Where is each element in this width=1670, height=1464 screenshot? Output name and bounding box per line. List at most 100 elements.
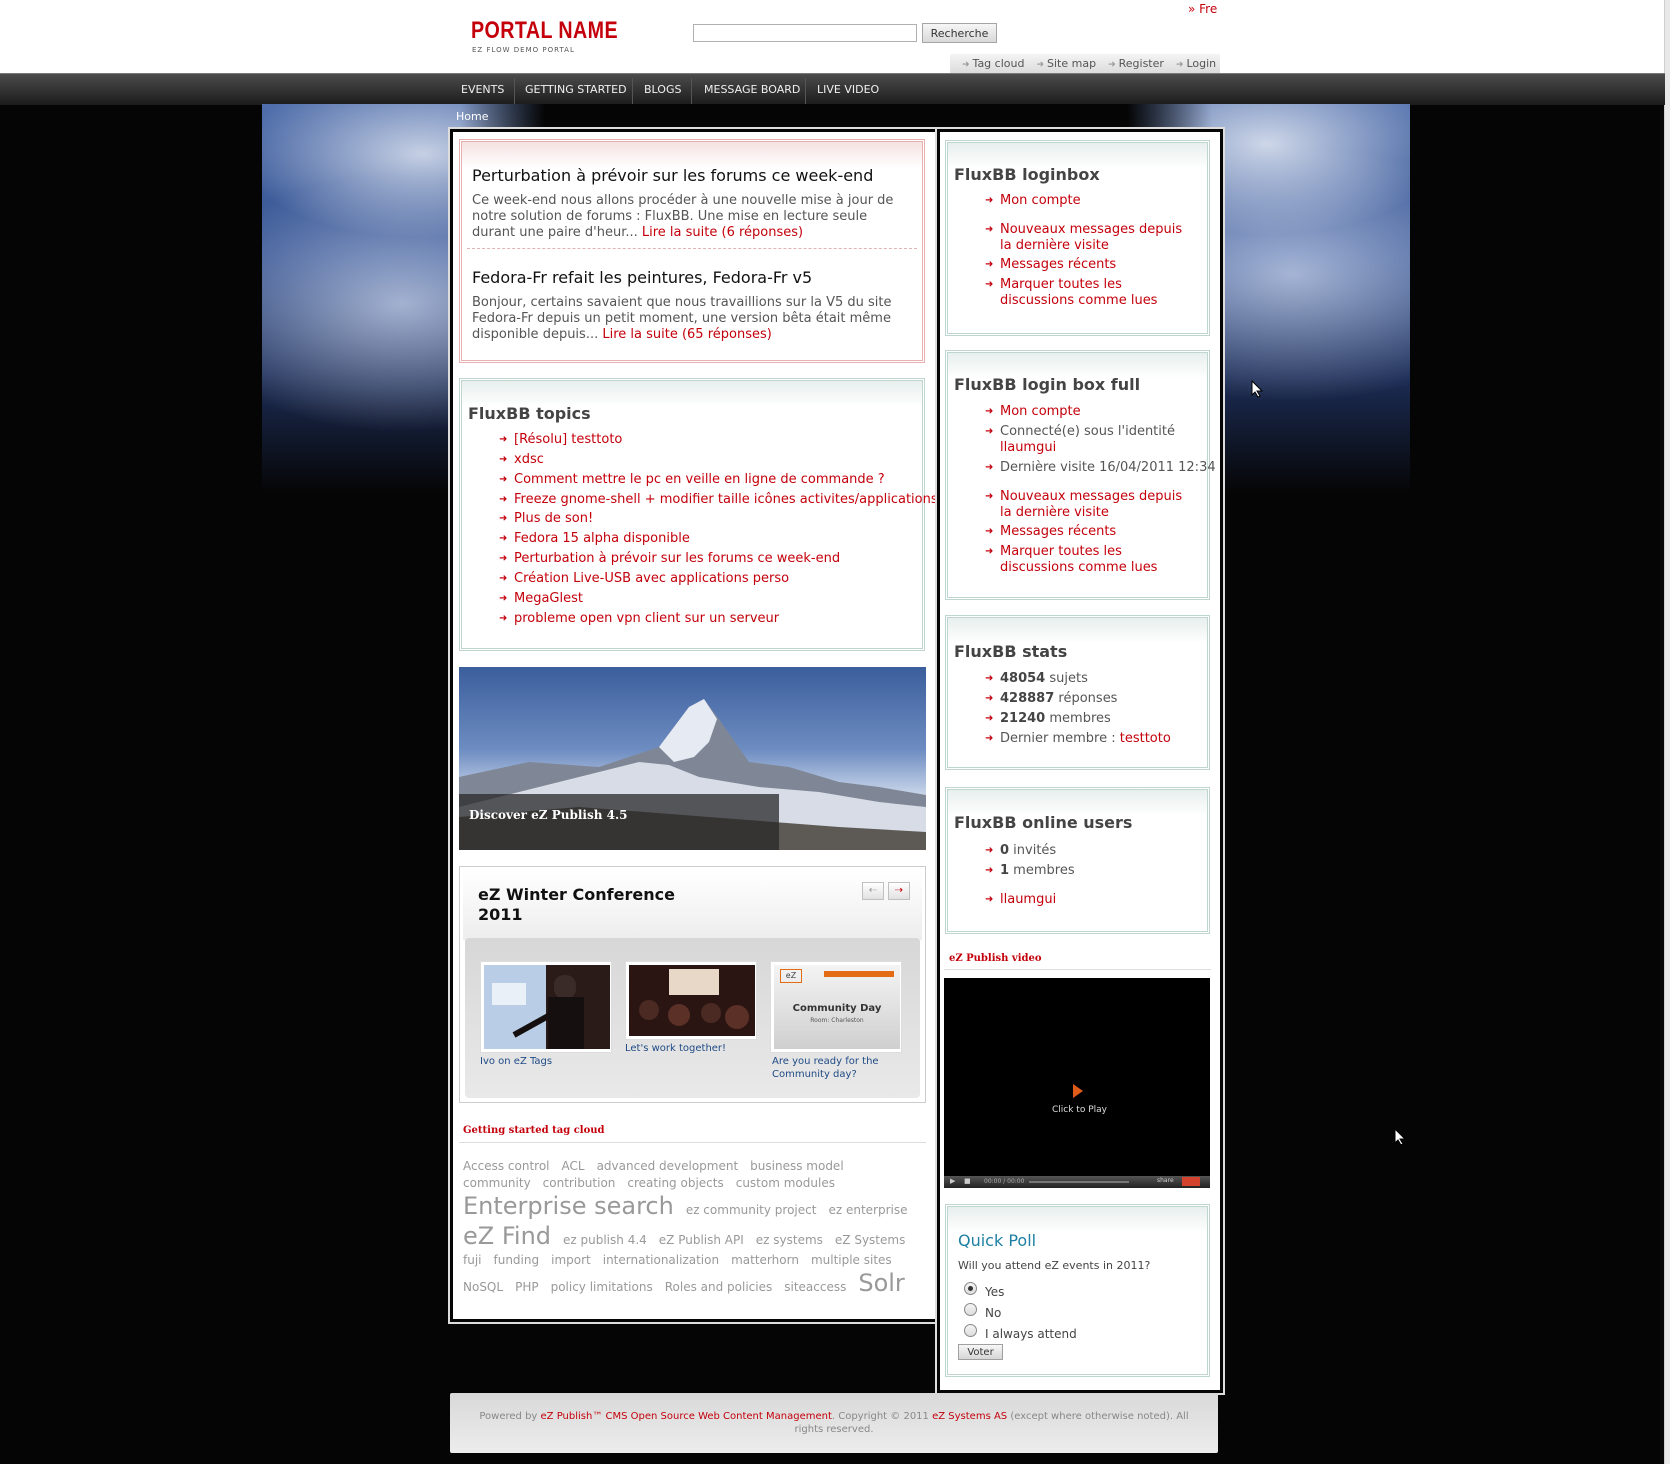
gallery-caption[interactable]: Let's work together! (625, 1042, 755, 1055)
nav-item-events[interactable]: EVENTS (461, 83, 504, 96)
click-to-play-label[interactable]: Click to Play (1052, 1105, 1107, 1115)
online-user-link[interactable]: ➜ llaumgui (985, 892, 1056, 908)
tag-link[interactable]: Enterprise search (463, 1191, 674, 1221)
topic-link[interactable]: ➜ probleme open vpn client sur un serveur (499, 611, 779, 627)
tag-link[interactable]: community (463, 1175, 531, 1191)
topic-link[interactable]: ➜ Création Live-USB avec applications per… (499, 571, 789, 587)
language-link[interactable]: » Fre (1188, 2, 1217, 16)
article-title[interactable]: Perturbation à prévoir sur les forums ce… (472, 166, 873, 185)
article-title[interactable]: Fedora-Fr refait les peintures, Fedora-F… (472, 268, 812, 287)
video-progress-bar[interactable] (1029, 1181, 1129, 1183)
tag-link[interactable]: import (551, 1252, 591, 1268)
gallery-thumbnail[interactable] (625, 961, 757, 1040)
my-account-link[interactable]: ➜ Mon compte (985, 193, 1081, 209)
top-link-tag-cloud[interactable]: ➜ Tag cloud (962, 57, 1024, 70)
topic-link[interactable]: ➜ MegaGlest (499, 591, 583, 607)
tag-link[interactable]: policy limitations (551, 1279, 653, 1295)
cms-link[interactable]: eZ Publish™ CMS Open Source Web Content … (541, 1411, 832, 1422)
stats-last-member: ➜ Dernier membre : testtoto (985, 731, 1171, 746)
breadcrumb[interactable]: Home (456, 110, 488, 123)
tag-link[interactable]: ez enterprise (828, 1202, 907, 1218)
topic-link[interactable]: ➜ Comment mettre le pc en veille en ligne… (499, 472, 885, 488)
vote-button[interactable]: Voter (958, 1344, 1003, 1360)
tag-link[interactable]: PHP (515, 1279, 539, 1295)
tag-link[interactable]: Solr (858, 1268, 904, 1298)
box-header (948, 618, 1207, 644)
poll-option-no-radio[interactable] (964, 1303, 977, 1316)
new-messages-link[interactable]: ➜ Nouveaux messages depuis la dernière vi… (985, 222, 1195, 254)
tag-link[interactable]: eZ Find (463, 1221, 551, 1251)
tag-link[interactable]: ez publish 4.4 (563, 1232, 647, 1248)
gallery-prev-button[interactable]: ⇠ (862, 882, 884, 900)
company-link[interactable]: eZ Systems AS (932, 1411, 1007, 1422)
share-button[interactable]: share (1157, 1177, 1174, 1184)
video-player[interactable]: Click to Play ▶ ■ 00:00 / 00:00 share (944, 978, 1210, 1188)
search-input[interactable] (693, 24, 917, 42)
mark-read-link[interactable]: ➜ Marquer toutes les discussions comme lu… (985, 544, 1195, 576)
mark-read-link[interactable]: ➜ Marquer toutes les discussions comme lu… (985, 277, 1195, 309)
arrow-icon: ➜ (985, 546, 994, 557)
tag-link[interactable]: ez systems (756, 1232, 823, 1248)
search-button[interactable]: Recherche (922, 23, 997, 43)
tag-link[interactable]: custom modules (736, 1175, 835, 1191)
last-member-link[interactable]: testtoto (1120, 731, 1171, 746)
my-account-link[interactable]: ➜ Mon compte (985, 404, 1081, 420)
tag-link[interactable]: business model (750, 1158, 843, 1174)
gallery-caption[interactable]: Are you ready for the Community day? (772, 1055, 907, 1081)
scrollbar[interactable] (1664, 0, 1670, 1464)
tag-link[interactable]: contribution (543, 1175, 616, 1191)
tag-link[interactable]: funding (494, 1252, 540, 1268)
mouse-cursor-icon (1394, 1128, 1406, 1146)
divider (459, 1142, 926, 1143)
poll-option-always-label[interactable]: I always attend (985, 1327, 1077, 1341)
topic-link[interactable]: ➜ xdsc (499, 452, 544, 468)
play-icon[interactable] (1073, 1084, 1083, 1098)
new-messages-link[interactable]: ➜ Nouveaux messages depuis la dernière vi… (985, 489, 1195, 521)
tag-link[interactable]: NoSQL (463, 1279, 503, 1295)
tag-link[interactable]: Roles and policies (665, 1279, 773, 1295)
tag-link[interactable]: internationalization (603, 1252, 719, 1268)
nav-item-live-video[interactable]: LIVE VIDEO (817, 83, 879, 96)
recent-messages-link[interactable]: ➜ Messages récents (985, 257, 1116, 273)
gallery-thumbnail[interactable] (480, 961, 612, 1053)
play-button-icon[interactable]: ▶ (950, 1177, 955, 1185)
topic-link[interactable]: ➜ [Résolu] testtoto (499, 432, 622, 448)
logo-title[interactable]: PORTAL NAME (471, 17, 618, 45)
poll-option-yes-label[interactable]: Yes (985, 1285, 1004, 1299)
read-more-link[interactable]: Lire la suite (6 réponses) (642, 225, 803, 240)
gallery-caption[interactable]: Ivo on eZ Tags (480, 1055, 610, 1068)
tag-link[interactable]: advanced development (597, 1158, 739, 1174)
tag-link[interactable]: creating objects (627, 1175, 723, 1191)
topic-link[interactable]: ➜ Fedora 15 alpha disponible (499, 531, 690, 547)
hero-banner[interactable]: Discover eZ Publish 4.5 (459, 667, 926, 850)
poll-option-yes-radio[interactable] (964, 1282, 977, 1295)
tag-link[interactable]: ACL (562, 1158, 585, 1174)
tag-link[interactable]: siteaccess (784, 1279, 846, 1295)
poll-option-no-label[interactable]: No (985, 1306, 1001, 1320)
nav-item-blogs[interactable]: BLOGS (644, 83, 681, 96)
top-link-register[interactable]: ➜ Register (1108, 57, 1164, 70)
topic-link[interactable]: ➜ Freeze gnome-shell + modifier taille ic… (499, 492, 938, 508)
tag-link[interactable]: matterhorn (731, 1252, 799, 1268)
topic-link[interactable]: ➜ Plus de son! (499, 511, 593, 527)
tag-link[interactable]: fuji (463, 1252, 482, 1268)
gallery-next-button[interactable]: ⇢ (888, 882, 910, 900)
topic-link[interactable]: ➜ Perturbation à prévoir sur les forums c… (499, 551, 840, 567)
tag-link[interactable]: multiple sites (811, 1252, 892, 1268)
nav-item-getting-started[interactable]: GETTING STARTED (525, 83, 627, 96)
online-users-box (945, 787, 1210, 934)
nav-item-message-board[interactable]: MESSAGE BOARD (704, 83, 800, 96)
stop-button-icon[interactable]: ■ (964, 1177, 971, 1185)
gallery-thumbnail[interactable]: eZ Community Day Room: Charleston (770, 961, 902, 1053)
tag-link[interactable]: eZ Systems (835, 1232, 905, 1248)
top-link-site-map[interactable]: ➜ Site map (1036, 57, 1096, 70)
hero-caption[interactable]: Discover eZ Publish 4.5 (469, 808, 628, 822)
user-link[interactable]: llaumgui (1000, 440, 1056, 455)
tag-link[interactable]: Access control (463, 1158, 550, 1174)
tag-link[interactable]: ez community project (686, 1202, 817, 1218)
recent-messages-link[interactable]: ➜ Messages récents (985, 524, 1116, 540)
poll-option-always-radio[interactable] (964, 1324, 977, 1337)
read-more-link[interactable]: Lire la suite (65 réponses) (602, 327, 771, 342)
top-link-login[interactable]: ➜ Login (1176, 57, 1216, 70)
tag-link[interactable]: eZ Publish API (659, 1232, 744, 1248)
